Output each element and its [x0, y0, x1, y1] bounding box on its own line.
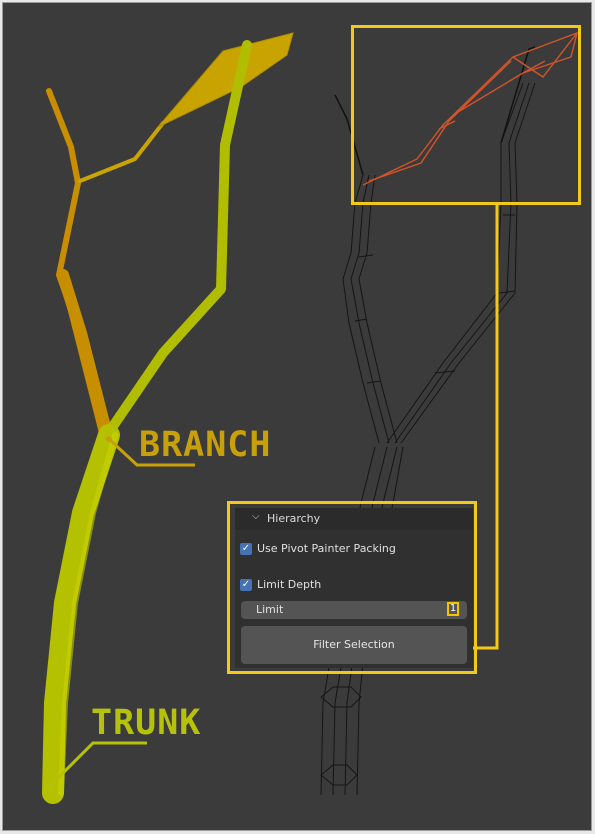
leaf-card: [157, 32, 294, 128]
twig-mesh: [78, 121, 165, 183]
upper-branch-mesh-thick: [57, 269, 113, 441]
checkbox-checked-icon[interactable]: ✓: [240, 579, 252, 591]
filter-selection-button[interactable]: Filter Selection: [241, 626, 467, 664]
use-pivot-painter-packing-label: Use Pivot Painter Packing: [257, 542, 396, 555]
shaded-tree-mesh: [42, 32, 294, 804]
3d-viewport[interactable]: BRANCH TRUNK ⌵ Hierarchy ✓ Use Pivot Pai…: [2, 2, 592, 831]
checkbox-checked-icon[interactable]: ✓: [240, 543, 252, 555]
hierarchy-panel-header[interactable]: ⌵ Hierarchy: [235, 508, 473, 530]
limit-number-field[interactable]: Limit 1: [241, 601, 467, 619]
chevron-down-icon[interactable]: ⌵: [252, 511, 260, 522]
right-branch-mesh: [102, 40, 252, 440]
limit-depth-label: Limit Depth: [257, 578, 322, 591]
panel-title: Hierarchy: [267, 512, 321, 525]
branch-label: BRANCH: [139, 425, 272, 465]
limit-label: Limit: [256, 603, 284, 616]
trunk-label: TRUNK: [91, 703, 202, 743]
limit-value[interactable]: 1: [447, 602, 459, 616]
hierarchy-panel: ⌵ Hierarchy ✓ Use Pivot Painter Packing …: [235, 508, 473, 668]
selection-highlight-box: [351, 25, 581, 205]
